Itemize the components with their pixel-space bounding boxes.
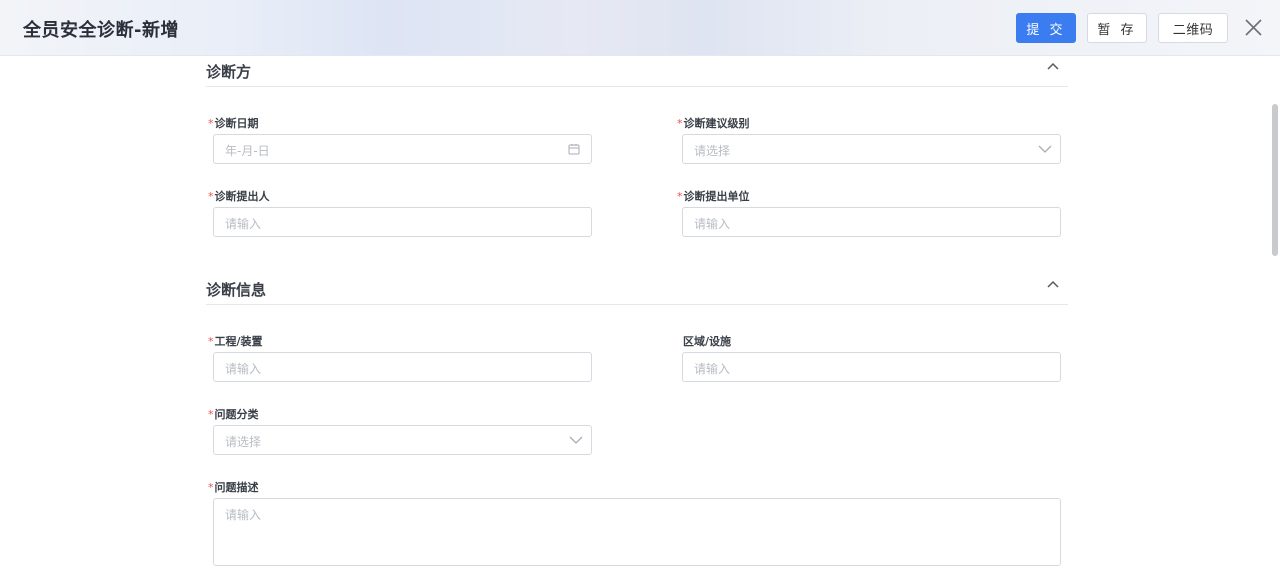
select-placeholder: 请选择 [225, 435, 262, 449]
scrollbar[interactable] [1272, 104, 1278, 256]
input-placeholder: 请输入 [694, 217, 731, 231]
textarea-placeholder: 请输入 [225, 508, 262, 522]
submit-button[interactable]: 提 交 [1016, 13, 1076, 43]
area-facility-input[interactable]: 请输入 [682, 352, 1061, 382]
chevron-up-icon[interactable] [1047, 62, 1059, 70]
proposing-unit-input[interactable]: 请输入 [682, 207, 1061, 237]
proposer-label: *诊断提出人 [208, 190, 270, 203]
section-header-diagnosis-info: 诊断信息 [206, 275, 1068, 305]
project-device-input[interactable]: 请输入 [213, 352, 592, 382]
proposing-unit-label: *诊断提出单位 [677, 190, 750, 203]
input-placeholder: 请输入 [225, 217, 262, 231]
problem-description-label: *问题描述 [208, 481, 259, 494]
suggestion-level-label: *诊断建议级别 [677, 117, 750, 130]
proposer-input[interactable]: 请输入 [213, 207, 592, 237]
calendar-icon [568, 144, 580, 155]
save-draft-button[interactable]: 暂 存 [1087, 13, 1147, 43]
input-placeholder: 请输入 [225, 362, 262, 376]
select-placeholder: 请选择 [694, 144, 731, 158]
input-placeholder: 请输入 [694, 362, 731, 376]
diagnosis-date-picker[interactable]: 年-月-日 [213, 134, 592, 164]
page-header: 全员安全诊断-新增 提 交 暂 存 二维码 [0, 0, 1280, 56]
suggestion-level-select[interactable]: 请选择 [682, 134, 1061, 164]
project-device-label: *工程/装置 [208, 335, 263, 348]
close-icon[interactable] [1244, 18, 1263, 37]
problem-category-label: *问题分类 [208, 408, 259, 421]
chevron-down-icon [1038, 145, 1052, 153]
qr-code-button[interactable]: 二维码 [1158, 13, 1228, 43]
section-title: 诊断信息 [206, 281, 267, 299]
problem-description-textarea[interactable]: 请输入 [213, 498, 1061, 566]
area-facility-label: 区域/设施 [683, 335, 732, 348]
page-title: 全员安全诊断-新增 [23, 20, 179, 41]
date-placeholder: 年-月-日 [225, 144, 270, 158]
chevron-down-icon [569, 436, 583, 444]
chevron-up-icon[interactable] [1047, 280, 1059, 288]
problem-category-select[interactable]: 请选择 [213, 425, 592, 455]
diagnosis-date-label: *诊断日期 [208, 117, 259, 130]
section-header-diagnosing-party: 诊断方 [206, 57, 1068, 87]
section-title: 诊断方 [206, 63, 252, 81]
